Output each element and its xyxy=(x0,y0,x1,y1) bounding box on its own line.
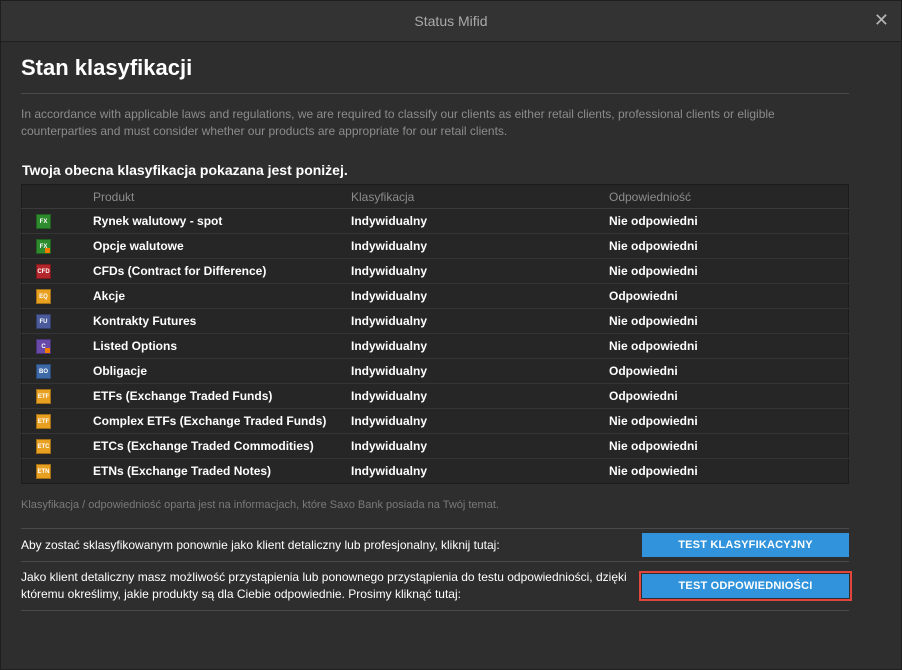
fu-icon: FU xyxy=(36,313,51,329)
table-row: ETC ETCs (Exchange Traded Commodities) Ind… xyxy=(21,433,849,459)
product-icon-cell: FX xyxy=(21,233,93,259)
dialog-content: Stan klasyfikacji In accordance with app… xyxy=(21,45,852,611)
product-suitability: Nie odpowiedni xyxy=(609,464,698,478)
etc-icon: ETC xyxy=(36,438,51,454)
title-bar: Status Mifid ✕ xyxy=(1,1,901,42)
product-classification: Indywidualny xyxy=(351,283,609,309)
product-name: Kontrakty Futures xyxy=(93,308,351,334)
column-header-suitability: Odpowiedniość xyxy=(609,184,849,209)
classification-note: Klasyfikacja / odpowiedniość oparta jest… xyxy=(21,499,499,511)
product-suitability: Odpowiedni xyxy=(609,283,849,309)
product-classification: Indywidualny xyxy=(351,383,609,409)
table-row: FX Rynek walutowy - spot Indywidualny Nie o… xyxy=(21,208,849,234)
suitability-test-button[interactable]: TEST ODPOWIEDNIOŚCI xyxy=(642,574,849,598)
etf-icon: ETF xyxy=(36,388,51,404)
close-icon[interactable]: ✕ xyxy=(874,10,889,30)
intro-text: In accordance with applicable laws and r… xyxy=(21,107,775,138)
product-classification: Indywidualny xyxy=(351,408,609,434)
table-row: FX Opcje walutowe Indywidualny Nie odpowied… xyxy=(21,233,849,259)
product-icon-cell: FX xyxy=(21,208,93,234)
suitability-action-text: Jako klient detaliczny masz możliwość pr… xyxy=(21,570,627,601)
bo-icon: BO xyxy=(36,363,51,379)
product-name: Rynek walutowy - spot xyxy=(93,208,351,234)
product-icon-cell: C xyxy=(21,333,93,359)
table-row: EQ Akcje Indywidualny Odpowiedni xyxy=(21,283,849,309)
product-name: Listed Options xyxy=(93,333,351,359)
suitability-button-highlight: TEST ODPOWIEDNIOŚCI xyxy=(639,571,852,601)
product-name: ETFs (Exchange Traded Funds) xyxy=(93,383,351,409)
options-corner-mark xyxy=(45,347,50,353)
product-classification: Indywidualny xyxy=(351,464,428,478)
product-name: ETNs (Exchange Traded Notes) xyxy=(93,464,272,478)
product-classification: Indywidualny xyxy=(351,358,609,384)
eq-icon: EQ xyxy=(36,288,51,304)
icon-column-header xyxy=(21,184,93,209)
product-suitability: Nie odpowiedni xyxy=(609,308,849,334)
product-classification: Indywidualny xyxy=(351,308,609,334)
product-name: ETCs (Exchange Traded Commodities) xyxy=(93,433,351,459)
product-suitability: Nie odpowiedni xyxy=(609,233,849,259)
product-icon-cell: CFD xyxy=(21,258,93,284)
product-suitability: Nie odpowiedni xyxy=(609,433,849,459)
column-header-classification: Klasyfikacja xyxy=(351,184,609,209)
product-name: Akcje xyxy=(93,283,351,309)
mifid-status-dialog: Status Mifid ✕ Stan klasyfikacji In acco… xyxy=(0,0,902,670)
product-suitability: Nie odpowiedni xyxy=(609,208,849,234)
table-row: ETF Complex ETFs (Exchange Traded Funds) I… xyxy=(21,408,849,434)
product-icon-cell: ETF xyxy=(21,383,93,409)
fx-icon: FX xyxy=(36,213,51,229)
table-row: FU Kontrakty Futures Indywidualny Nie odpow… xyxy=(21,308,849,334)
table-header-row: Produkt Klasyfikacja Odpowiedniość xyxy=(21,184,849,209)
product-suitability: Odpowiedni xyxy=(609,358,849,384)
page-title: Stan klasyfikacji xyxy=(21,55,193,80)
product-suitability: Odpowiedni xyxy=(609,383,849,409)
table-row: BO Obligacje Indywidualny Odpowiedni xyxy=(21,358,849,384)
suitability-action-row: Jako klient detaliczny masz możliwość pr… xyxy=(21,561,852,611)
product-icon-cell: ETF xyxy=(21,408,93,434)
product-classification: Indywidualny xyxy=(351,208,609,234)
classification-action-row: Aby zostać sklasyfikowanym ponownie jako… xyxy=(21,528,849,561)
product-suitability: Nie odpowiedni xyxy=(609,258,849,284)
product-classification: Indywidualny xyxy=(351,258,609,284)
product-icon-cell: ETC xyxy=(21,433,93,459)
classification-subtitle: Twoja obecna klasyfikacja pokazana jest … xyxy=(22,162,348,178)
etn-icon: ETN xyxy=(36,463,51,479)
product-classification: Indywidualny xyxy=(351,233,609,259)
options-corner-mark xyxy=(45,247,50,253)
fx-options-icon: FX xyxy=(36,238,51,254)
product-name: Opcje walutowe xyxy=(93,233,351,259)
product-suitability: Nie odpowiedni xyxy=(609,408,849,434)
product-icon-cell: FU xyxy=(21,308,93,334)
classification-test-button[interactable]: TEST KLASYFIKACYJNY xyxy=(642,533,849,557)
product-classification: Indywidualny xyxy=(351,433,609,459)
table-row: CFD CFDs (Contract for Difference) Indywid… xyxy=(21,258,849,284)
product-icon-cell: EQ xyxy=(21,283,93,309)
product-classification: Indywidualny xyxy=(351,333,609,359)
complex-etf-icon: ETF xyxy=(36,413,51,429)
cfd-icon: CFD xyxy=(36,263,51,279)
table-row: C Listed Options Indywidualny Nie odpowiedn… xyxy=(21,333,849,359)
classification-action-text: Aby zostać sklasyfikowanym ponownie jako… xyxy=(21,537,500,552)
window-title: Status Mifid xyxy=(414,13,488,29)
product-suitability: Nie odpowiedni xyxy=(609,333,849,359)
listed-options-icon: C xyxy=(36,338,51,354)
product-name: CFDs (Contract for Difference) xyxy=(93,258,351,284)
table-row: ETF ETFs (Exchange Traded Funds) Indywidua… xyxy=(21,383,849,409)
product-icon-cell: BO xyxy=(21,358,93,384)
product-name: Obligacje xyxy=(93,358,351,384)
column-header-product: Produkt xyxy=(93,184,351,209)
table-row: ETN ETNs (Exchange Traded Notes) Indywidua… xyxy=(22,459,849,484)
product-icon-cell: ETN xyxy=(22,459,94,484)
divider xyxy=(21,93,849,94)
product-name: Complex ETFs (Exchange Traded Funds) xyxy=(93,408,351,434)
classification-table: Produkt Klasyfikacja Odpowiedniość FX Ryn… xyxy=(21,184,849,484)
